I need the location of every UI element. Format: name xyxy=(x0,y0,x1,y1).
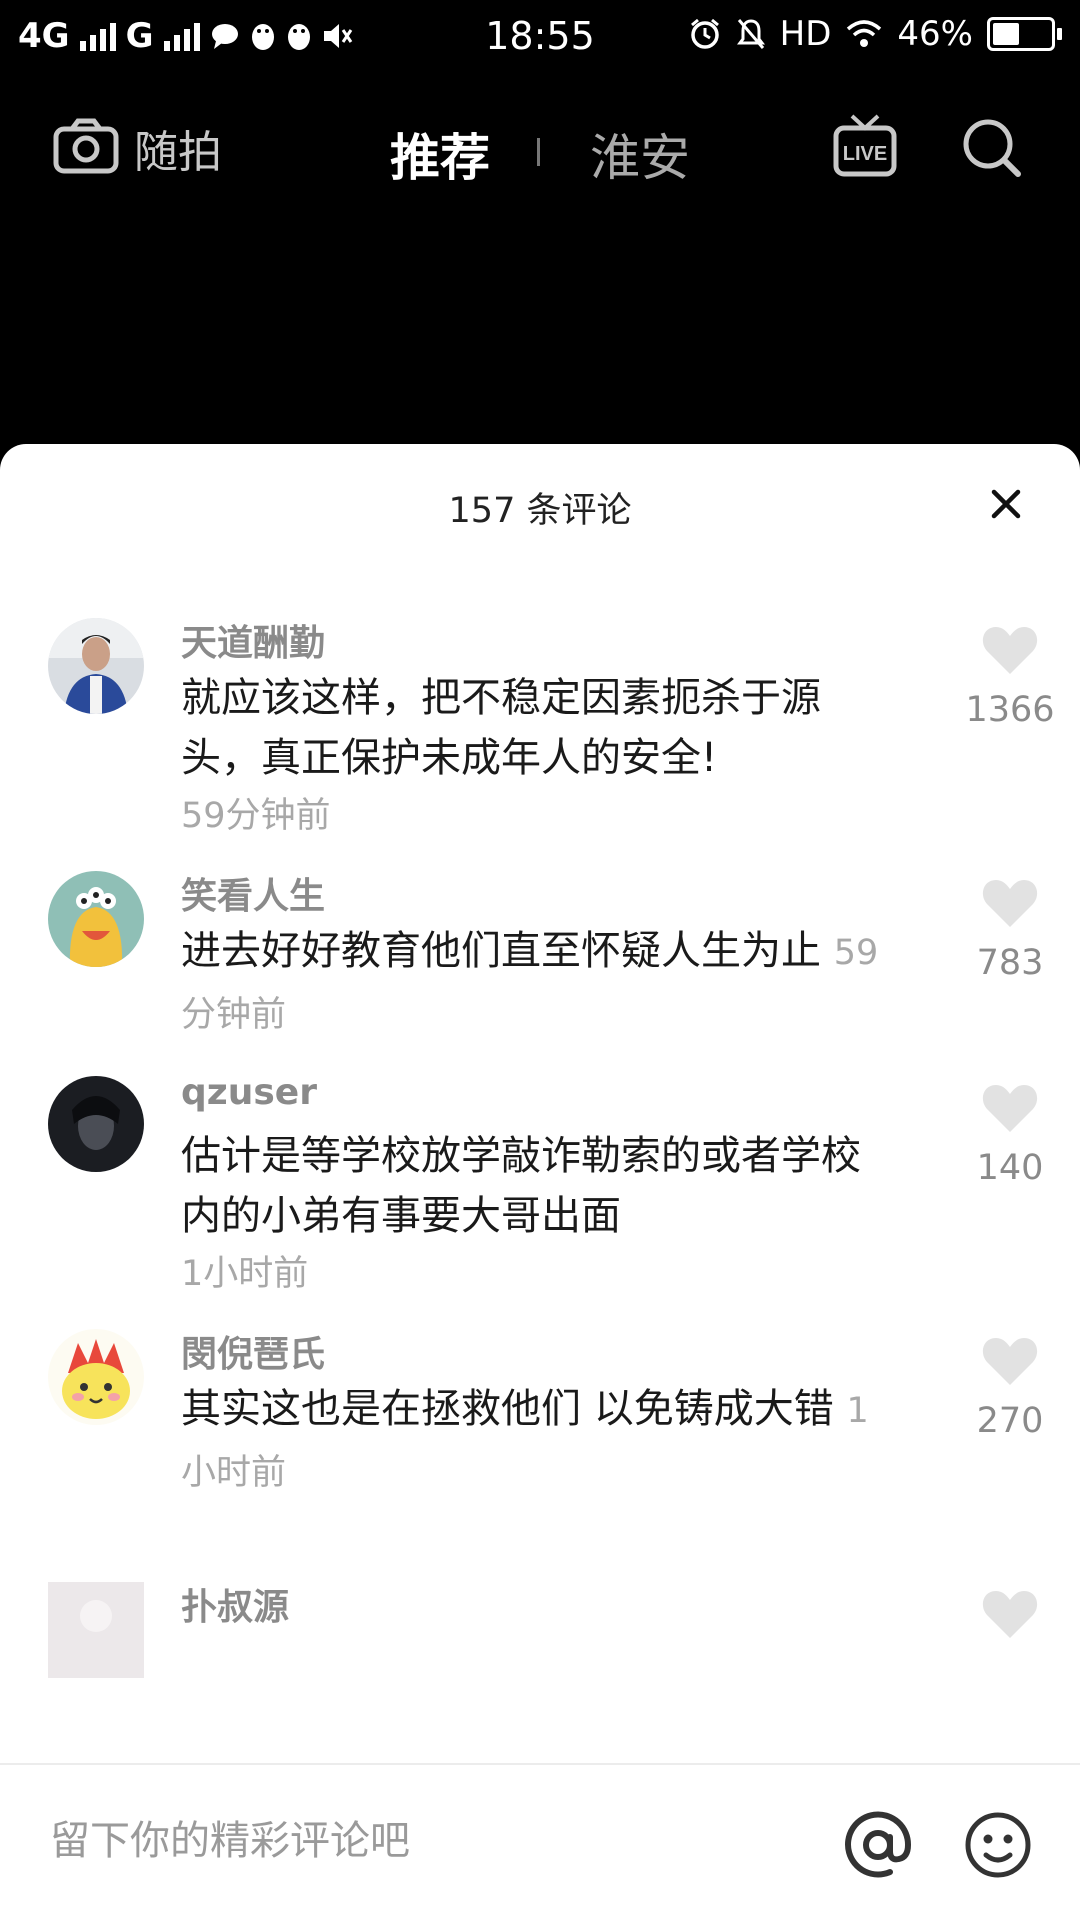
comment-body: 其实这也是在拯救他们 以免铸成大错 1小时前 xyxy=(181,1379,881,1503)
comment-time: 59分钟前 xyxy=(181,796,331,836)
heart-icon xyxy=(981,627,1039,680)
comment-text: 进去好好教育他们直至怀疑人生为止 xyxy=(181,928,821,974)
sheet-header: 157 条评论 xyxy=(0,444,1080,564)
like-button[interactable]: 1366 xyxy=(962,624,1058,730)
comment-input[interactable] xyxy=(48,1805,812,1877)
live-tv-icon: LIVE xyxy=(832,114,898,184)
camera-label: 随拍 xyxy=(134,127,222,178)
comment-text: 其实这也是在拯救他们 以免铸成大错 xyxy=(181,1386,834,1432)
like-button[interactable]: 783 xyxy=(962,877,1058,983)
avatar[interactable] xyxy=(48,618,144,714)
comment-body: 就应该这样，把不稳定因素扼杀于源头，真正保护未成年人的安全! 59分钟前 xyxy=(181,668,881,844)
emoji-icon xyxy=(962,1812,1034,1885)
wifi-icon xyxy=(845,19,883,49)
comment-username[interactable]: 天道酬勤 xyxy=(181,614,325,666)
hd-label: HD xyxy=(779,14,832,54)
comment-body: 进去好好教育他们直至怀疑人生为止 59分钟前 xyxy=(181,921,881,1045)
heart-icon xyxy=(981,1591,1039,1644)
like-button[interactable]: 140 xyxy=(962,1082,1058,1188)
search-button[interactable] xyxy=(960,116,1024,184)
emoji-button[interactable] xyxy=(962,1809,1034,1885)
like-count: 270 xyxy=(976,1401,1044,1441)
alarm-icon xyxy=(688,17,722,51)
like-button[interactable]: 270 xyxy=(962,1335,1058,1441)
comment-input-bar xyxy=(0,1763,1080,1922)
live-button[interactable]: LIVE xyxy=(832,112,898,184)
comment-username[interactable]: 笑看人生 xyxy=(181,867,325,919)
avatar[interactable] xyxy=(48,1329,144,1425)
battery-icon xyxy=(987,17,1062,51)
comment-username[interactable]: 扑叔源 xyxy=(181,1578,289,1630)
avatar[interactable] xyxy=(48,1582,144,1678)
top-nav: 随拍 推荐 淮安 LIVE xyxy=(0,100,1080,200)
battery-percent: 46% xyxy=(897,14,973,54)
status-bar: 4G G 18:55 HD 46% xyxy=(0,0,1080,80)
camera-icon xyxy=(52,117,120,179)
status-right: HD 46% xyxy=(688,14,1062,54)
svg-text:LIVE: LIVE xyxy=(843,143,887,165)
like-count: 783 xyxy=(976,943,1044,983)
comment-list[interactable]: 天道酬勤 就应该这样，把不稳定因素扼杀于源头，真正保护未成年人的安全! 59分钟… xyxy=(0,614,1080,1714)
comment-text: 估计是等学校放学敲诈勒索的或者学校内的小弟有事要大哥出面 xyxy=(181,1133,861,1239)
tab-recommend[interactable]: 推荐 xyxy=(390,118,490,190)
like-button[interactable] xyxy=(962,1588,1058,1644)
comment-text: 就应该这样，把不稳定因素扼杀于源头，真正保护未成年人的安全! xyxy=(181,675,821,781)
comments-sheet: 157 条评论 天道酬勤 就应该这样，把不稳定因素扼杀于源头，真正保护未成年人的… xyxy=(0,444,1080,1920)
comment-username[interactable]: qzuser xyxy=(181,1072,317,1113)
mention-button[interactable] xyxy=(842,1809,914,1885)
comment-item: 扑叔源 xyxy=(0,1578,1080,1714)
tab-city[interactable]: 淮安 xyxy=(590,118,690,190)
close-icon xyxy=(986,489,1026,528)
comment-username[interactable]: 閔倪琶氏 xyxy=(181,1325,325,1377)
comment-time: 1小时前 xyxy=(181,1254,309,1294)
avatar[interactable] xyxy=(48,1076,144,1172)
at-icon xyxy=(842,1811,914,1885)
heart-icon xyxy=(981,1085,1039,1138)
comment-body: 估计是等学校放学敲诈勒索的或者学校内的小弟有事要大哥出面 1小时前 xyxy=(181,1126,881,1302)
like-count: 1366 xyxy=(965,690,1055,730)
heart-icon xyxy=(981,1338,1039,1391)
tab-divider xyxy=(537,138,540,166)
search-icon xyxy=(960,119,1024,184)
close-button[interactable] xyxy=(986,484,1026,524)
comment-count-title: 157 条评论 xyxy=(448,491,632,531)
notification-off-icon xyxy=(736,17,766,51)
avatar[interactable] xyxy=(48,871,144,967)
like-count: 140 xyxy=(976,1148,1044,1188)
heart-icon xyxy=(981,880,1039,933)
camera-button[interactable]: 随拍 xyxy=(52,116,222,180)
